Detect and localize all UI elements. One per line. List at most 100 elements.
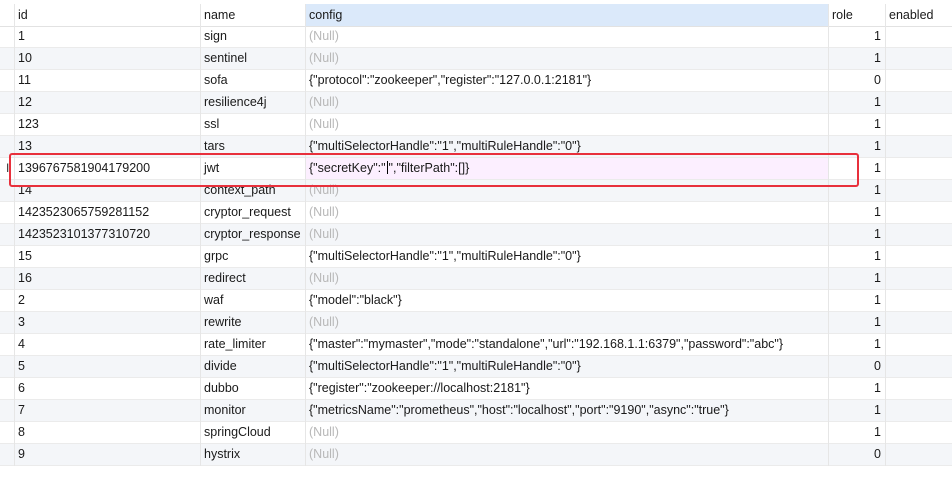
cell-enabled[interactable] — [885, 444, 952, 465]
cell-id[interactable]: 4 — [14, 334, 200, 355]
table-row[interactable]: 1423523101377310720 cryptor_response (Null… — [0, 224, 952, 246]
table-row[interactable]: 1 sign (Null) 1 — [0, 26, 952, 48]
cell-config[interactable]: {"metricsName":"prometheus","host":"loca… — [305, 400, 828, 421]
cell-id[interactable]: 1423523065759281152 — [14, 202, 200, 223]
column-header-id[interactable]: id — [14, 4, 200, 26]
cell-role[interactable]: 1 — [828, 422, 885, 443]
cell-role[interactable]: 1 — [828, 224, 885, 245]
cell-id[interactable]: 5 — [14, 356, 200, 377]
cell-role[interactable]: 1 — [828, 334, 885, 355]
cell-config[interactable]: {"multiSelectorHandle":"1","multiRuleHan… — [305, 356, 828, 377]
cell-name[interactable]: jwt — [200, 158, 305, 179]
cell-id[interactable]: 2 — [14, 290, 200, 311]
cell-role[interactable]: 1 — [828, 290, 885, 311]
cell-config[interactable]: (Null) — [305, 422, 828, 443]
cell-enabled[interactable] — [885, 114, 952, 135]
cell-enabled[interactable] — [885, 202, 952, 223]
cell-id[interactable]: 7 — [14, 400, 200, 421]
cell-enabled[interactable] — [885, 356, 952, 377]
table-row[interactable]: 16 redirect (Null) 1 — [0, 268, 952, 290]
cell-id[interactable]: 6 — [14, 378, 200, 399]
table-row[interactable]: 12 resilience4j (Null) 1 — [0, 92, 952, 114]
cell-id[interactable]: 11 — [14, 70, 200, 91]
cell-name[interactable]: sofa — [200, 70, 305, 91]
cell-name[interactable]: grpc — [200, 246, 305, 267]
cell-role[interactable]: 1 — [828, 400, 885, 421]
cell-enabled[interactable] — [885, 224, 952, 245]
cell-name[interactable]: monitor — [200, 400, 305, 421]
cell-enabled[interactable] — [885, 268, 952, 289]
cell-name[interactable]: context_path — [200, 180, 305, 201]
cell-enabled[interactable] — [885, 136, 952, 157]
cell-name[interactable]: rate_limiter — [200, 334, 305, 355]
cell-id[interactable]: 10 — [14, 48, 200, 69]
cell-enabled[interactable] — [885, 312, 952, 333]
cell-name[interactable]: sign — [200, 26, 305, 47]
cell-role[interactable]: 1 — [828, 378, 885, 399]
cell-config[interactable]: (Null) — [305, 268, 828, 289]
cell-name[interactable]: springCloud — [200, 422, 305, 443]
cell-role[interactable]: 0 — [828, 444, 885, 465]
column-header-role[interactable]: role — [828, 4, 885, 26]
cell-name[interactable]: dubbo — [200, 378, 305, 399]
cell-config-editing[interactable]: {"secretKey":" ","filterPath":[]} — [305, 158, 828, 179]
cell-name[interactable]: cryptor_request — [200, 202, 305, 223]
cell-role[interactable]: 1 — [828, 26, 885, 47]
cell-enabled[interactable] — [885, 422, 952, 443]
cell-name[interactable]: hystrix — [200, 444, 305, 465]
table-row[interactable]: 14 context_path (Null) 1 — [0, 180, 952, 202]
table-row[interactable]: 2 waf {"model":"black"} 1 — [0, 290, 952, 312]
cell-id[interactable]: 14 — [14, 180, 200, 201]
cell-config[interactable]: (Null) — [305, 224, 828, 245]
cell-id[interactable]: 1396767581904179200 — [14, 158, 200, 179]
cell-name[interactable]: rewrite — [200, 312, 305, 333]
cell-config[interactable]: (Null) — [305, 444, 828, 465]
cell-enabled[interactable] — [885, 48, 952, 69]
cell-enabled[interactable] — [885, 180, 952, 201]
cell-role[interactable]: 1 — [828, 202, 885, 223]
cell-id[interactable]: 1 — [14, 26, 200, 47]
cell-config[interactable]: {"model":"black"} — [305, 290, 828, 311]
cell-enabled[interactable] — [885, 70, 952, 91]
cell-role[interactable]: 1 — [828, 48, 885, 69]
cell-role[interactable]: 1 — [828, 180, 885, 201]
cell-role[interactable]: 1 — [828, 114, 885, 135]
cell-id[interactable]: 3 — [14, 312, 200, 333]
cell-role[interactable]: 1 — [828, 246, 885, 267]
cell-config[interactable]: (Null) — [305, 180, 828, 201]
cell-id[interactable]: 12 — [14, 92, 200, 113]
cell-name[interactable]: ssl — [200, 114, 305, 135]
cell-enabled[interactable] — [885, 334, 952, 355]
cell-config[interactable]: (Null) — [305, 114, 828, 135]
table-row[interactable]: 10 sentinel (Null) 1 — [0, 48, 952, 70]
cell-enabled[interactable] — [885, 26, 952, 47]
cell-config[interactable]: (Null) — [305, 92, 828, 113]
cell-role[interactable]: 1 — [828, 312, 885, 333]
table-row[interactable]: 5 divide {"multiSelectorHandle":"1","multi… — [0, 356, 952, 378]
cell-name[interactable]: redirect — [200, 268, 305, 289]
cell-role[interactable]: 0 — [828, 70, 885, 91]
cell-name[interactable]: cryptor_response — [200, 224, 305, 245]
table-row[interactable]: 9 hystrix (Null) 0 — [0, 444, 952, 466]
table-row[interactable]: I 1396767581904179200 jwt {"secretKey":" ","… — [0, 158, 952, 180]
cell-id[interactable]: 16 — [14, 268, 200, 289]
table-row[interactable]: 15 grpc {"multiSelectorHandle":"1","multiR… — [0, 246, 952, 268]
table-row[interactable]: 123 ssl (Null) 1 — [0, 114, 952, 136]
table-row[interactable]: 4 rate_limiter {"master":"mymaster","mode"… — [0, 334, 952, 356]
cell-role[interactable]: 0 — [828, 356, 885, 377]
cell-name[interactable]: tars — [200, 136, 305, 157]
cell-id[interactable]: 8 — [14, 422, 200, 443]
cell-enabled[interactable] — [885, 400, 952, 421]
table-row[interactable]: 7 monitor {"metricsName":"prometheus","hos… — [0, 400, 952, 422]
cell-role[interactable]: 1 — [828, 136, 885, 157]
cell-name[interactable]: divide — [200, 356, 305, 377]
cell-id[interactable]: 1423523101377310720 — [14, 224, 200, 245]
cell-name[interactable]: resilience4j — [200, 92, 305, 113]
cell-config[interactable]: {"protocol":"zookeeper","register":"127.… — [305, 70, 828, 91]
table-row[interactable]: 3 rewrite (Null) 1 — [0, 312, 952, 334]
cell-config[interactable]: {"register":"zookeeper://localhost:2181"… — [305, 378, 828, 399]
cell-config[interactable]: {"multiSelectorHandle":"1","multiRuleHan… — [305, 246, 828, 267]
table-row[interactable]: 8 springCloud (Null) 1 — [0, 422, 952, 444]
cell-role[interactable]: 1 — [828, 158, 885, 179]
cell-name[interactable]: waf — [200, 290, 305, 311]
